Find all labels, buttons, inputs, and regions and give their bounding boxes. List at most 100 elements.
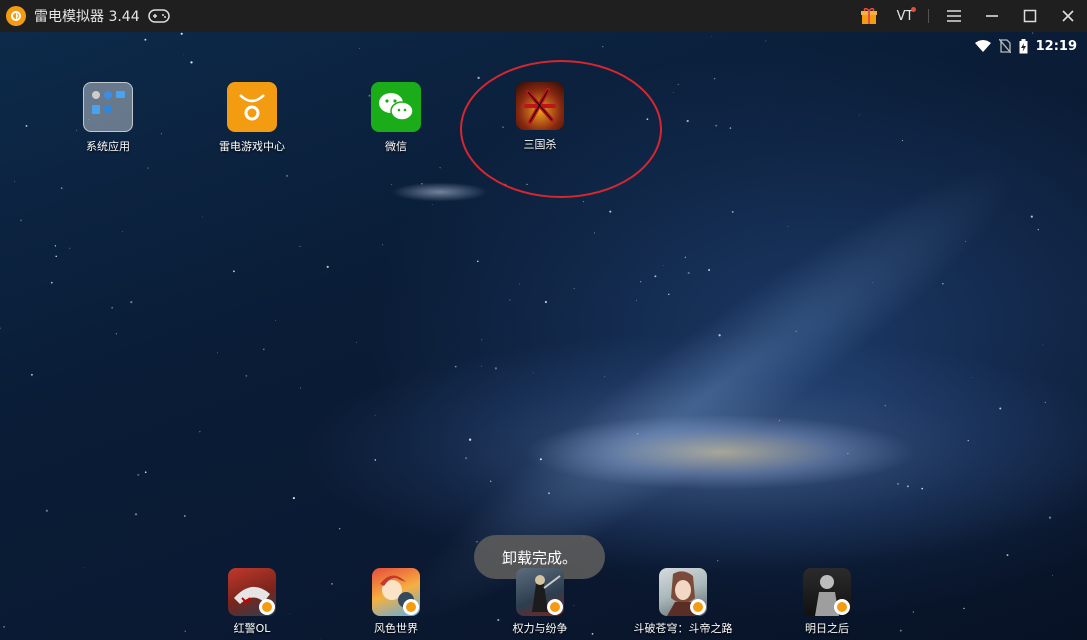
desktop-icon-game-center[interactable]: 雷电游戏中心 xyxy=(202,82,302,154)
star xyxy=(134,513,138,516)
star xyxy=(180,32,183,35)
star xyxy=(331,583,333,585)
star xyxy=(1051,574,1053,576)
star xyxy=(14,180,16,182)
star xyxy=(374,414,376,416)
leidian-game-center-icon xyxy=(227,82,277,132)
status-clock: 12:19 xyxy=(1035,38,1077,54)
star xyxy=(872,282,873,283)
quanli-yu-fenzheng-icon xyxy=(516,568,564,616)
star xyxy=(711,36,712,38)
star xyxy=(465,457,468,460)
star xyxy=(182,54,184,56)
star xyxy=(942,283,944,285)
wechat-icon xyxy=(371,82,421,132)
star xyxy=(708,269,711,271)
dock-icon-mingri[interactable]: 明日之后 xyxy=(772,568,882,636)
desktop-icon-wechat[interactable]: 微信 xyxy=(346,82,446,154)
star xyxy=(421,183,423,185)
dock-icon-quanli[interactable]: 权力与纷争 xyxy=(485,568,595,636)
desktop-icon-sanguosha[interactable]: 三国杀 xyxy=(490,82,590,152)
star xyxy=(536,63,538,65)
star xyxy=(481,365,483,367)
star xyxy=(1006,554,1009,557)
star xyxy=(245,375,248,377)
star xyxy=(765,40,767,42)
star xyxy=(609,210,612,213)
galaxy-wallpaper xyxy=(367,120,1053,640)
star xyxy=(1037,228,1039,231)
star xyxy=(640,281,642,283)
android-desktop[interactable]: 12:19 系统应用 雷电游戏中心 微信 三国杀 卸载完成。 红警OL 风色世界… xyxy=(0,32,1087,640)
star xyxy=(476,541,478,543)
star xyxy=(906,485,909,488)
star xyxy=(967,439,969,442)
star xyxy=(326,265,329,269)
star xyxy=(686,119,689,123)
star xyxy=(582,200,585,203)
star xyxy=(901,139,904,142)
star xyxy=(965,240,967,242)
star xyxy=(60,187,63,189)
game-center-badge-icon xyxy=(259,599,275,615)
dock-icon-label: 斗破苍穹：斗帝之路 xyxy=(633,622,733,635)
star xyxy=(713,77,716,80)
star xyxy=(778,420,780,422)
star xyxy=(673,92,674,93)
star xyxy=(526,183,528,186)
star xyxy=(184,630,186,632)
maximize-icon[interactable] xyxy=(1011,0,1049,32)
close-icon[interactable] xyxy=(1049,0,1087,32)
star xyxy=(718,334,721,337)
gift-icon[interactable] xyxy=(850,0,888,32)
star xyxy=(111,306,114,309)
mingri-zhihou-icon xyxy=(803,568,851,616)
gamepad-icon[interactable] xyxy=(147,9,170,23)
star xyxy=(1042,344,1044,346)
star xyxy=(262,348,265,351)
star xyxy=(431,204,433,205)
star xyxy=(999,407,1002,410)
star xyxy=(83,567,85,569)
battery-charging-icon xyxy=(1019,38,1028,53)
wifi-icon xyxy=(974,40,991,52)
desktop-icon-system-apps[interactable]: 系统应用 xyxy=(58,82,158,154)
vt-indicator[interactable]: VT xyxy=(888,6,922,24)
titlebar-separator xyxy=(928,9,929,23)
star xyxy=(359,48,360,50)
star xyxy=(604,376,606,378)
menu-icon[interactable] xyxy=(935,0,973,32)
desktop-icon-label: 微信 xyxy=(385,140,407,153)
status-bar: 12:19 xyxy=(974,38,1077,54)
star xyxy=(356,341,357,343)
star xyxy=(899,629,902,632)
desktop-icon-label: 三国杀 xyxy=(523,138,557,151)
star xyxy=(963,607,965,610)
star xyxy=(338,527,341,530)
window-title: 雷电模拟器 3.44 xyxy=(34,9,140,25)
star xyxy=(439,167,441,169)
dock-icon-doupo[interactable]: 斗破苍穹：斗帝之路 xyxy=(628,568,738,636)
star xyxy=(147,167,149,169)
star xyxy=(602,46,604,48)
star xyxy=(519,283,520,285)
star xyxy=(1044,401,1046,403)
title-bar: 雷电模拟器 3.44 VT xyxy=(0,0,1087,32)
star xyxy=(137,473,140,476)
minimize-icon[interactable] xyxy=(973,0,1011,32)
star xyxy=(122,231,123,232)
star xyxy=(594,232,596,234)
star xyxy=(468,438,472,441)
app-logo-icon xyxy=(6,6,26,26)
fengse-shijie-icon xyxy=(372,568,420,616)
star xyxy=(504,183,507,186)
dock-icon-hongjing[interactable]: 红警OL xyxy=(197,568,307,636)
star xyxy=(684,256,686,258)
star xyxy=(20,219,22,222)
dock-icon-fengse[interactable]: 风色世界 xyxy=(341,568,451,636)
star xyxy=(454,365,457,368)
star xyxy=(319,638,321,640)
sanguosha-icon xyxy=(516,82,564,130)
star xyxy=(115,333,118,335)
star xyxy=(1048,516,1052,519)
